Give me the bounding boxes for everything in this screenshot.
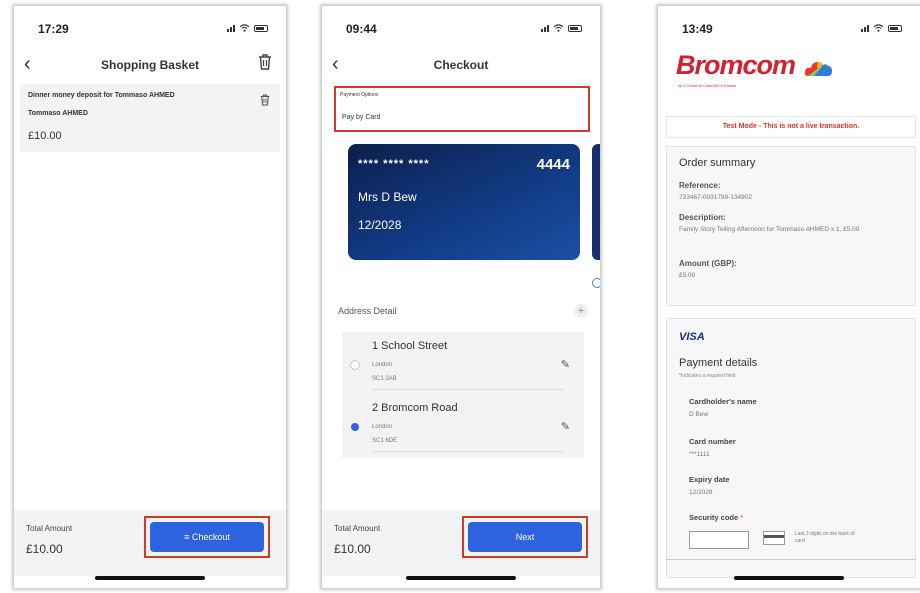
basket-item-price: £10.00 bbox=[28, 130, 62, 142]
cardholder-label: Cardholder's name bbox=[689, 397, 757, 406]
card-number-label: Card number bbox=[689, 437, 736, 446]
divider bbox=[666, 559, 916, 560]
signal-icon bbox=[861, 24, 869, 32]
status-bar: 13:49 bbox=[658, 6, 920, 44]
card-holder-name: Mrs D Bew bbox=[358, 190, 417, 204]
navigation-bar: ‹ Checkout bbox=[322, 46, 600, 84]
address-city: London bbox=[372, 424, 393, 430]
status-icons bbox=[861, 24, 902, 32]
card-expiry: 12/2028 bbox=[358, 218, 402, 232]
description-label: Description: bbox=[679, 213, 726, 222]
status-bar: 17:29 bbox=[14, 6, 286, 44]
basket-item: Dinner money deposit for Tommaso AHMED T… bbox=[20, 84, 280, 152]
page-title: Shopping Basket bbox=[100, 58, 199, 72]
battery-icon bbox=[568, 24, 582, 32]
status-time: 13:49 bbox=[682, 22, 713, 36]
logo-text: Bromcom bbox=[676, 50, 796, 80]
status-icons bbox=[541, 24, 582, 32]
security-code-input[interactable] bbox=[689, 531, 749, 549]
next-card-peek[interactable] bbox=[592, 144, 600, 260]
reference-label: Reference: bbox=[679, 181, 721, 190]
reference-value: 733467-0031799-134902 bbox=[679, 194, 753, 201]
status-bar: 09:44 bbox=[322, 6, 600, 44]
security-code-label: Security code * bbox=[689, 513, 744, 522]
checkout-screen: 09:44 ‹ Checkout Payment Options Pay by … bbox=[322, 6, 600, 588]
total-label: Total Amount bbox=[26, 524, 73, 533]
address-street: 1 School Street bbox=[372, 340, 448, 352]
battery-icon bbox=[888, 24, 902, 32]
security-code-hint: Last 3 digits on the back of card bbox=[795, 531, 855, 544]
signal-icon bbox=[541, 24, 549, 32]
logo-cloud-icon bbox=[804, 62, 832, 76]
home-indicator bbox=[734, 576, 844, 580]
battery-icon bbox=[254, 24, 268, 32]
payment-details-panel: VISA Payment details *Indicates a requir… bbox=[666, 318, 916, 578]
status-time: 09:44 bbox=[346, 22, 377, 36]
carousel-indicator bbox=[592, 278, 600, 288]
order-summary-panel: Order summary Reference: 733467-0031799-… bbox=[666, 146, 916, 306]
basket-item-student: Tommaso AHMED bbox=[28, 110, 88, 117]
divider bbox=[372, 389, 564, 390]
card-last-digits: 4444 bbox=[536, 156, 570, 173]
total-bar: Total Amount £10.00 Next bbox=[322, 510, 600, 576]
status-time: 17:29 bbox=[38, 22, 69, 36]
card-masked-number: **** **** **** bbox=[358, 158, 430, 170]
expiry-value: 12/2028 bbox=[689, 489, 713, 496]
signal-icon bbox=[227, 24, 235, 32]
address-radio-selected[interactable] bbox=[351, 423, 359, 431]
payment-card[interactable]: **** **** **** 4444 Mrs D Bew 12/2028 bbox=[348, 144, 580, 260]
status-icons bbox=[227, 24, 268, 32]
shopping-basket-screen: 17:29 ‹ Shopping Basket Dinner money dep… bbox=[14, 6, 286, 588]
payment-option-value: Pay by Card bbox=[342, 114, 381, 121]
home-indicator bbox=[95, 576, 205, 580]
checkout-button[interactable]: ≡ Checkout bbox=[150, 522, 264, 552]
expiry-label: Expiry date bbox=[689, 475, 730, 484]
navigation-bar: ‹ Shopping Basket bbox=[14, 46, 286, 84]
address-postcode: SC1 2AB bbox=[372, 376, 397, 382]
wifi-icon bbox=[553, 24, 564, 32]
address-list: 1 School Street London SC1 2AB ✎ 2 Bromc… bbox=[342, 332, 584, 458]
basket-item-title: Dinner money deposit for Tommaso AHMED bbox=[28, 92, 175, 99]
address-item[interactable]: 1 School Street London SC1 2AB ✎ bbox=[342, 332, 584, 392]
trash-icon[interactable] bbox=[258, 54, 272, 70]
address-postcode: SC1 6DE bbox=[372, 438, 398, 444]
wifi-icon bbox=[873, 24, 884, 32]
description-value: Family Story Telling Afternoon for Tomma… bbox=[679, 226, 860, 233]
divider bbox=[372, 451, 564, 452]
test-mode-banner: Test Mode - This is not a live transacti… bbox=[666, 116, 916, 138]
cardholder-value: D Bew bbox=[689, 411, 709, 418]
payment-options-label: Payment Options bbox=[340, 92, 379, 98]
home-indicator bbox=[406, 576, 516, 580]
amount-label: Amount (GBP): bbox=[679, 259, 737, 268]
address-item[interactable]: 2 Bromcom Road London SC1 6DE ✎ bbox=[342, 394, 584, 454]
amount-value: £5.00 bbox=[679, 272, 696, 279]
edit-pencil-icon[interactable]: ✎ bbox=[561, 420, 570, 433]
bromcom-logo: Bromcom No.1 Choice for Cloud MIS & Fina… bbox=[676, 50, 832, 88]
address-city: London bbox=[372, 362, 393, 368]
total-amount: £10.00 bbox=[334, 542, 371, 556]
card-number-value: ***1111 bbox=[689, 451, 710, 458]
add-address-icon[interactable]: + bbox=[574, 304, 588, 318]
address-radio[interactable] bbox=[350, 360, 360, 370]
total-amount: £10.00 bbox=[26, 542, 63, 556]
required-note: *Indicates a required field bbox=[679, 373, 736, 379]
address-street: 2 Bromcom Road bbox=[372, 402, 458, 414]
address-heading: Address Detail bbox=[338, 306, 397, 316]
total-bar: Total Amount £10.00 ≡ Checkout bbox=[14, 510, 286, 576]
next-button[interactable]: Next bbox=[468, 522, 582, 552]
payment-options-field[interactable]: Payment Options Pay by Card bbox=[334, 86, 590, 132]
logo-tagline: No.1 Choice for Cloud MIS & Finance bbox=[678, 84, 737, 88]
payment-page-screen: 13:49 Bromcom No.1 Choice for Cloud MIS … bbox=[658, 6, 920, 588]
card-back-icon bbox=[763, 531, 785, 545]
payment-details-title: Payment details bbox=[679, 357, 758, 369]
edit-pencil-icon[interactable]: ✎ bbox=[561, 358, 570, 371]
total-label: Total Amount bbox=[334, 524, 381, 533]
visa-logo: VISA bbox=[679, 331, 705, 343]
page-title: Checkout bbox=[433, 58, 489, 72]
wifi-icon bbox=[239, 24, 250, 32]
remove-item-icon[interactable] bbox=[260, 94, 270, 106]
order-summary-title: Order summary bbox=[679, 157, 756, 169]
